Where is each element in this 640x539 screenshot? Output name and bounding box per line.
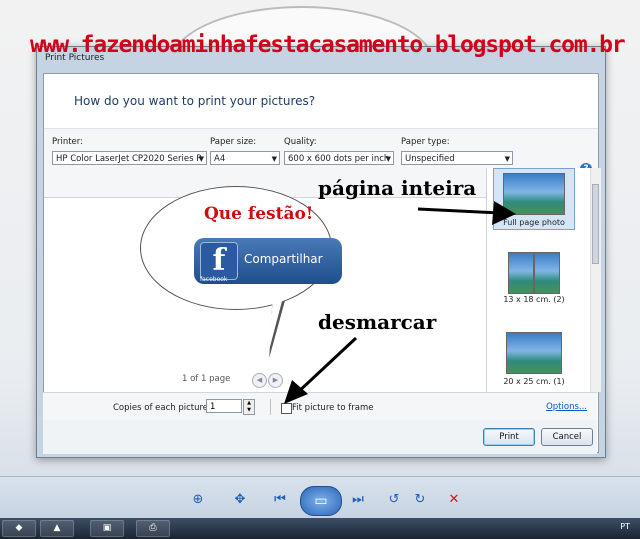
layout-label: 20 x 25 cm. (1) [503, 377, 565, 386]
layout-label: 13 x 18 cm. (2) [503, 295, 565, 304]
print-button[interactable]: Print [483, 428, 535, 446]
double-thumbnail [508, 252, 560, 294]
chevron-down-icon: ▼ [198, 155, 204, 163]
preview-headline: Que festão! [204, 204, 314, 224]
slideshow-icon[interactable]: ▭ [300, 486, 342, 516]
divider [270, 399, 271, 415]
scrollbar-thumb[interactable] [592, 184, 599, 264]
prev-page-button[interactable]: ◀ [252, 373, 267, 388]
share-label: Compartilhar [244, 252, 323, 266]
next-icon[interactable]: ⏭ [346, 489, 370, 511]
watermark-url: www.fazendoaminhafestacasamento.blogspot… [30, 32, 626, 58]
delete-icon[interactable]: ✕ [442, 489, 466, 511]
cancel-button[interactable]: Cancel [541, 428, 593, 446]
taskbar-app-printer[interactable]: ⎙ [136, 520, 170, 537]
printer-label: Printer: [52, 137, 83, 147]
printer-select[interactable]: HP Color LaserJet CP2020 Series P ▼ [52, 151, 207, 165]
landscape-thumbnail [506, 332, 562, 374]
paper-type-label: Paper type: [401, 137, 450, 147]
arrow-to-full-page [418, 201, 516, 225]
page-counter: 1 of 1 page [182, 374, 231, 384]
chevron-down-icon: ▼ [504, 155, 510, 163]
fit-icon[interactable]: ✥ [228, 489, 252, 511]
language-indicator[interactable]: PT [620, 522, 630, 531]
paper-size-option: Paper size: A4 ▼ [210, 137, 280, 165]
layout-20x25[interactable]: 20 x 25 cm. (1) [493, 328, 575, 390]
facebook-logo-icon: f [200, 242, 238, 280]
annotation-uncheck: desmarcar [318, 310, 437, 334]
facebook-small-label: facebook [200, 276, 228, 283]
zoom-icon[interactable]: ⊕ [186, 489, 210, 511]
dialog-footer: Print Cancel [43, 420, 597, 454]
quality-select[interactable]: 600 x 600 dots per inch ▼ [284, 151, 394, 165]
rotate-cw-icon[interactable]: ↻ [408, 489, 432, 511]
chevron-down-icon: ▼ [385, 155, 391, 163]
options-link[interactable]: Options... [546, 402, 587, 412]
paper-type-select[interactable]: Unspecified ▼ [401, 151, 513, 165]
paper-size-label: Paper size: [210, 137, 257, 147]
taskbar: ◆ ▲ ▣ ⎙ PT [0, 518, 640, 539]
viewer-controls: ⊕ ✥ ⏮ ▭ ⏭ ↺ ↻ ✕ [170, 486, 470, 516]
quality-label: Quality: [284, 137, 317, 147]
layout-13x18[interactable]: 13 x 18 cm. (2) [493, 248, 575, 310]
paper-size-select[interactable]: A4 ▼ [210, 151, 280, 165]
rotate-ccw-icon[interactable]: ↺ [382, 489, 406, 511]
layout-scrollbar[interactable] [590, 168, 601, 392]
copies-label: Copies of each picture: [113, 403, 211, 413]
taskbar-app-pdf[interactable]: ▲ [40, 520, 74, 537]
facebook-share-graphic: f facebook Compartilhar [194, 238, 342, 284]
next-page-button[interactable]: ▶ [268, 373, 283, 388]
chevron-down-icon: ▼ [271, 155, 277, 163]
quality-option: Quality: 600 x 600 dots per inch ▼ [284, 137, 394, 165]
copies-input[interactable]: 1 [206, 399, 242, 413]
paper-type-option: Paper type: Unspecified ▼ [401, 137, 513, 165]
dialog-heading: How do you want to print your pictures? [74, 94, 316, 108]
taskbar-app-photos[interactable]: ▣ [90, 520, 124, 537]
printer-option: Printer: HP Color LaserJet CP2020 Series… [52, 137, 207, 165]
taskbar-app-1[interactable]: ◆ [2, 520, 36, 537]
arrow-to-checkbox [284, 336, 358, 404]
prev-icon[interactable]: ⏮ [268, 489, 292, 511]
copies-stepper[interactable]: ▲ ▼ [243, 399, 255, 415]
